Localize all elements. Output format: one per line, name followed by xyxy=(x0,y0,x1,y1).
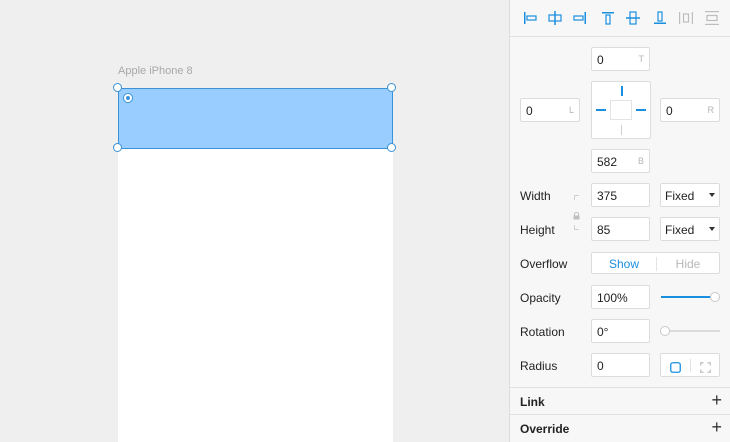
constraint-right-field[interactable]: 0 R xyxy=(660,98,720,122)
canvas[interactable]: Apple iPhone 8 xyxy=(0,0,509,442)
constraint-left-pin[interactable] xyxy=(596,109,606,111)
lock-icon[interactable] xyxy=(573,207,580,220)
width-mode-value: Fixed xyxy=(665,189,695,203)
link-section-title: Link xyxy=(520,395,545,409)
rotation-value: 0° xyxy=(597,325,609,339)
resize-handle-top-left[interactable] xyxy=(113,83,122,92)
anchor-point-icon[interactable] xyxy=(123,93,133,103)
uniform-radius-icon[interactable] xyxy=(670,360,681,373)
align-middle-vertical-icon[interactable] xyxy=(623,8,643,28)
overflow-label: Overflow xyxy=(520,257,568,271)
height-mode-value: Fixed xyxy=(665,223,695,237)
height-mode-select[interactable]: Fixed xyxy=(660,217,720,241)
override-section[interactable]: Override + xyxy=(510,414,730,441)
constraints-inner-box xyxy=(610,100,632,120)
opacity-slider-knob[interactable] xyxy=(710,292,720,302)
distribute-horizontal-icon[interactable] xyxy=(676,8,696,28)
constraint-top-pin[interactable] xyxy=(621,86,623,96)
rotation-slider-knob[interactable] xyxy=(660,326,670,336)
rotation-field[interactable]: 0° xyxy=(591,319,650,343)
distribute-vertical-icon[interactable] xyxy=(702,8,722,28)
align-center-horizontal-icon[interactable] xyxy=(545,8,565,28)
add-override-icon[interactable]: + xyxy=(711,417,722,438)
constraint-top-value: 0 xyxy=(597,53,604,67)
opacity-field[interactable]: 100% xyxy=(591,285,650,309)
constraint-bottom-suffix: B xyxy=(637,156,644,166)
constraint-bottom-pin[interactable] xyxy=(621,125,622,135)
constraints-widget xyxy=(591,81,651,139)
constraint-left-value: 0 xyxy=(526,104,533,118)
height-value: 85 xyxy=(597,223,611,237)
opacity-label: Opacity xyxy=(520,291,561,305)
height-field[interactable]: 85 xyxy=(591,217,650,241)
radius-value: 0 xyxy=(597,359,604,373)
constraint-top-field[interactable]: 0 T xyxy=(591,47,650,71)
override-section-title: Override xyxy=(520,422,570,436)
radius-field[interactable]: 0 xyxy=(591,353,650,377)
constraint-right-value: 0 xyxy=(666,104,673,118)
overflow-toggle: Show Hide xyxy=(591,252,720,274)
constraint-left-field[interactable]: 0 L xyxy=(520,98,580,122)
align-bottom-icon[interactable] xyxy=(650,8,670,28)
resize-handle-top-right[interactable] xyxy=(387,83,396,92)
align-top-icon[interactable] xyxy=(598,8,618,28)
opacity-value: 100% xyxy=(597,291,628,305)
lock-guide-bottom xyxy=(574,225,579,230)
constraint-top-suffix: T xyxy=(638,54,645,64)
rotation-label: Rotation xyxy=(520,325,565,339)
selected-layer[interactable] xyxy=(118,88,393,149)
independent-corners-icon[interactable] xyxy=(700,360,711,373)
width-value: 375 xyxy=(597,189,618,203)
properties-panel: 0 T 0 L 0 R 582 B Width 375 Fixed Height… xyxy=(509,0,730,442)
constraint-bottom-field[interactable]: 582 B xyxy=(591,149,650,173)
align-left-icon[interactable] xyxy=(520,8,540,28)
opacity-slider-track[interactable] xyxy=(661,296,715,298)
constraint-bottom-value: 582 xyxy=(597,155,618,169)
overflow-show-option[interactable]: Show xyxy=(592,257,656,271)
link-section[interactable]: Link + xyxy=(510,387,730,414)
lock-guide-top xyxy=(574,195,579,200)
chevron-down-icon xyxy=(709,227,715,231)
align-right-icon[interactable] xyxy=(570,8,590,28)
radius-mode-toggle xyxy=(660,353,720,377)
chevron-down-icon xyxy=(709,193,715,197)
constraint-right-pin[interactable] xyxy=(636,109,646,111)
radius-mode-divider xyxy=(690,359,691,372)
resize-handle-bottom-right[interactable] xyxy=(387,143,396,152)
constraint-right-suffix: R xyxy=(707,105,715,115)
width-label: Width xyxy=(520,189,551,203)
overflow-hide-option[interactable]: Hide xyxy=(656,257,720,271)
width-field[interactable]: 375 xyxy=(591,183,650,207)
frame-label[interactable]: Apple iPhone 8 xyxy=(118,65,193,77)
constraint-left-suffix: L xyxy=(568,105,574,115)
radius-label: Radius xyxy=(520,359,558,373)
height-label: Height xyxy=(520,223,555,237)
alignment-toolbar xyxy=(510,0,730,37)
resize-handle-bottom-left[interactable] xyxy=(113,143,122,152)
add-link-icon[interactable]: + xyxy=(711,390,722,411)
width-mode-select[interactable]: Fixed xyxy=(660,183,720,207)
